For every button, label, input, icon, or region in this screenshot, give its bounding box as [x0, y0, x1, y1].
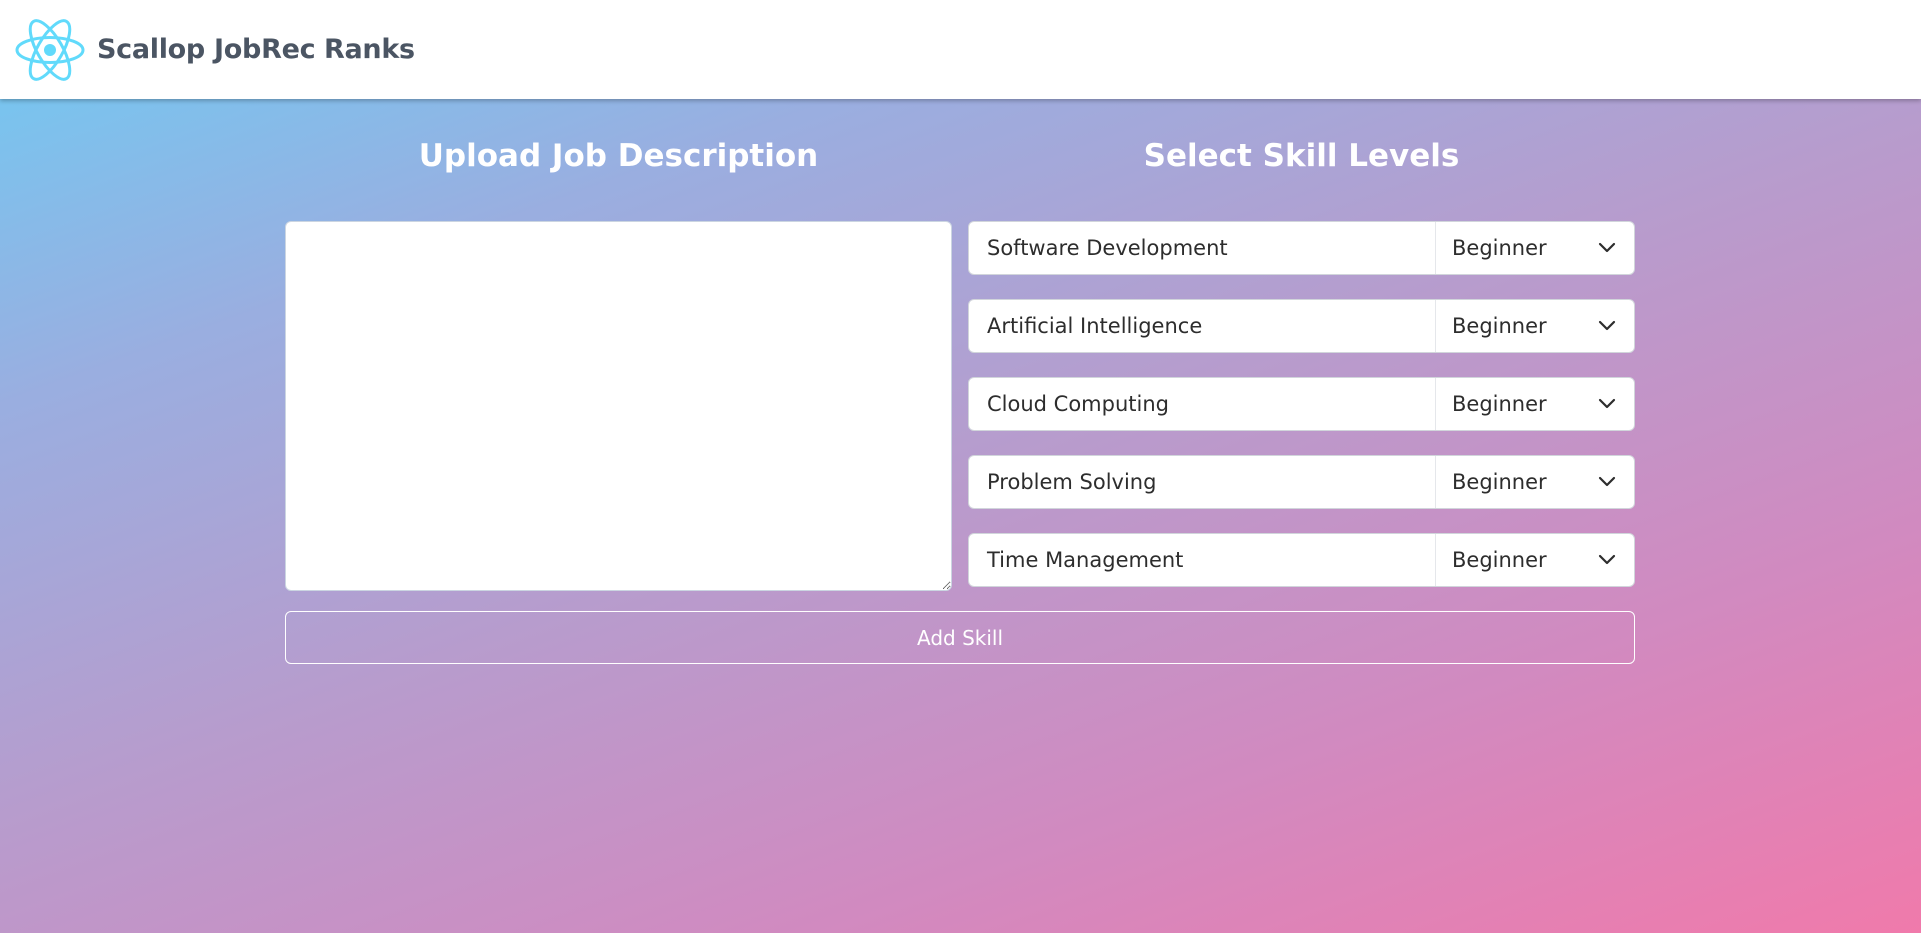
skill-level-select[interactable]: Beginner: [1436, 456, 1634, 508]
chevron-down-icon: [1598, 398, 1616, 409]
skill-name: Time Management: [969, 534, 1436, 586]
skill-row: Cloud Computing Beginner: [968, 377, 1635, 431]
select-skill-levels-heading: Select Skill Levels: [1143, 138, 1460, 174]
skill-level-select[interactable]: Beginner: [1436, 378, 1634, 430]
job-description-textarea[interactable]: [285, 221, 952, 591]
skill-row: Problem Solving Beginner: [968, 455, 1635, 509]
skill-row: Software Development Beginner: [968, 221, 1635, 275]
skill-name: Problem Solving: [969, 456, 1436, 508]
skill-name: Artificial Intelligence: [969, 300, 1436, 352]
skill-level-select[interactable]: Beginner: [1436, 300, 1634, 352]
skill-level-value: Beginner: [1452, 236, 1547, 260]
chevron-down-icon: [1598, 476, 1616, 487]
skill-row: Artificial Intelligence Beginner: [968, 299, 1635, 353]
skill-level-select[interactable]: Beginner: [1436, 534, 1634, 586]
upload-job-description-heading: Upload Job Description: [418, 138, 819, 174]
nav-link-ranks[interactable]: Ranks: [324, 34, 415, 65]
chevron-down-icon: [1598, 554, 1616, 565]
chevron-down-icon: [1598, 320, 1616, 331]
react-atom-icon[interactable]: [14, 18, 86, 82]
skill-level-value: Beginner: [1452, 392, 1547, 416]
skill-level-value: Beginner: [1452, 314, 1547, 338]
skill-name: Software Development: [969, 222, 1436, 274]
chevron-down-icon: [1598, 242, 1616, 253]
top-navbar: Scallop JobRec Ranks: [0, 0, 1921, 99]
skill-level-select[interactable]: Beginner: [1436, 222, 1634, 274]
add-skill-button[interactable]: Add Skill: [285, 611, 1635, 664]
skill-name: Cloud Computing: [969, 378, 1436, 430]
brand-title[interactable]: Scallop JobRec: [97, 34, 316, 65]
skill-level-value: Beginner: [1452, 470, 1547, 494]
skill-row: Time Management Beginner: [968, 533, 1635, 587]
skill-level-value: Beginner: [1452, 548, 1547, 572]
